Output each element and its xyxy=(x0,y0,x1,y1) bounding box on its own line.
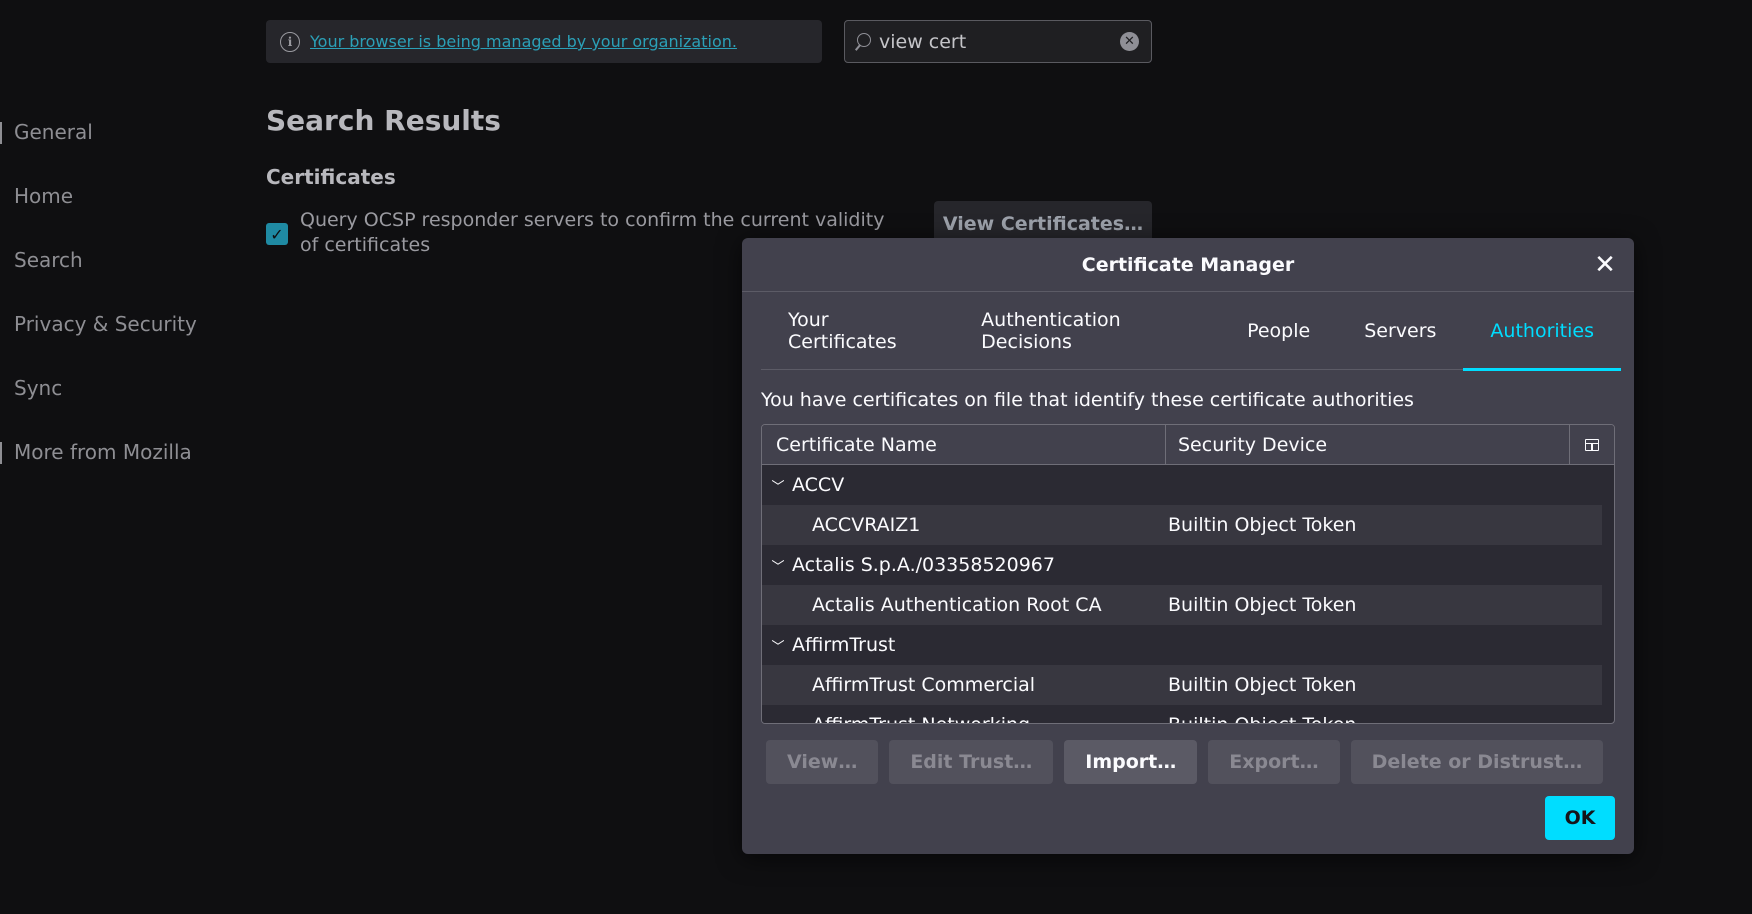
cert-name: AffirmTrust Commercial xyxy=(812,674,1036,696)
sidebar: General Home Search Privacy & Security S… xyxy=(0,100,230,484)
tree-group-row[interactable]: ﹀ Actalis S.p.A./03358520967 xyxy=(762,545,1602,585)
tree-header: Certificate Name Security Device xyxy=(762,425,1614,465)
close-icon[interactable]: ✕ xyxy=(1590,250,1620,280)
cert-device: Builtin Object Token xyxy=(1168,594,1357,616)
action-buttons: View… Edit Trust… Import… Export… Delete… xyxy=(766,740,1604,784)
sidebar-item-label: Search xyxy=(14,248,83,272)
sidebar-item-more-from-mozilla[interactable]: More from Mozilla xyxy=(0,420,230,484)
sidebar-item-label: Home xyxy=(14,184,74,208)
group-name: AffirmTrust xyxy=(792,634,896,656)
tree-body: ﹀ ACCV ACCVRAIZ1 Builtin Object Token ﹀ … xyxy=(762,465,1602,723)
sidebar-item-sync[interactable]: Sync xyxy=(0,356,230,420)
sidebar-item-label: General xyxy=(14,120,93,144)
chevron-down-icon[interactable]: ﹀ xyxy=(762,556,792,575)
page-title: Search Results xyxy=(266,104,501,137)
certificate-tree[interactable]: Certificate Name Security Device ﹀ ACCV … xyxy=(761,424,1615,724)
tree-cert-row[interactable]: Actalis Authentication Root CA Builtin O… xyxy=(762,585,1602,625)
tab-authentication-decisions[interactable]: Authentication Decisions xyxy=(954,292,1220,370)
settings-search-input[interactable]: view cert ✕ xyxy=(844,20,1152,63)
managed-policy-link[interactable]: Your browser is being managed by your or… xyxy=(310,32,737,51)
group-name: Actalis S.p.A./03358520967 xyxy=(792,554,1055,576)
ok-button[interactable]: OK xyxy=(1545,796,1615,840)
cert-device: Builtin Object Token xyxy=(1168,514,1357,536)
sidebar-item-search[interactable]: Search xyxy=(0,228,230,292)
search-value[interactable]: view cert xyxy=(879,31,1112,53)
search-icon xyxy=(857,33,871,47)
cert-name: Actalis Authentication Root CA xyxy=(812,594,1102,616)
sidebar-item-label: Privacy & Security xyxy=(14,312,197,336)
column-header-certificate-name[interactable]: Certificate Name xyxy=(762,425,1166,465)
dialog-title: Certificate Manager xyxy=(1081,253,1295,276)
sidebar-item-privacy[interactable]: Privacy & Security xyxy=(0,292,230,356)
sidebar-item-home[interactable]: Home xyxy=(0,164,230,228)
import-button[interactable]: Import… xyxy=(1064,740,1198,784)
column-header-security-device[interactable]: Security Device xyxy=(1166,425,1570,465)
tab-authorities[interactable]: Authorities xyxy=(1463,292,1621,371)
ocsp-checkbox[interactable]: ✓ xyxy=(266,223,288,245)
tree-cert-row[interactable]: ACCVRAIZ1 Builtin Object Token xyxy=(762,505,1602,545)
managed-notice-bar: i Your browser is being managed by your … xyxy=(266,20,822,63)
cert-device: Builtin Object Token xyxy=(1168,714,1356,723)
tab-servers[interactable]: Servers xyxy=(1337,292,1463,370)
group-name: ACCV xyxy=(792,474,845,496)
tree-cert-row[interactable]: AffirmTrust Commercial Builtin Object To… xyxy=(762,665,1602,705)
dialog-header: Certificate Manager ✕ xyxy=(742,238,1634,292)
chevron-down-icon[interactable]: ﹀ xyxy=(762,636,792,655)
view-button[interactable]: View… xyxy=(766,740,879,784)
tab-your-certificates[interactable]: Your Certificates xyxy=(761,292,954,370)
tree-cert-row[interactable]: AffirmTrust Networking Builtin Object To… xyxy=(762,705,1602,723)
certificate-manager-dialog: Certificate Manager ✕ Your Certificates … xyxy=(742,238,1634,854)
certificates-heading: Certificates xyxy=(266,165,396,189)
tree-group-row[interactable]: ﹀ ACCV xyxy=(762,465,1602,505)
sidebar-item-label: More from Mozilla xyxy=(14,440,192,464)
tab-bar: Your Certificates Authentication Decisio… xyxy=(761,292,1621,371)
sidebar-item-general[interactable]: General xyxy=(0,100,230,164)
authorities-description: You have certificates on file that ident… xyxy=(761,389,1414,411)
cert-name: ACCVRAIZ1 xyxy=(812,514,921,536)
chevron-down-icon[interactable]: ﹀ xyxy=(762,476,792,495)
cert-name: AffirmTrust Networking xyxy=(762,714,1168,723)
edit-trust-button[interactable]: Edit Trust… xyxy=(889,740,1054,784)
info-icon: i xyxy=(280,31,300,52)
column-picker-icon xyxy=(1585,438,1599,451)
tab-people[interactable]: People xyxy=(1220,292,1337,370)
clear-search-icon[interactable]: ✕ xyxy=(1120,32,1139,51)
tree-group-row[interactable]: ﹀ AffirmTrust xyxy=(762,625,1602,665)
sidebar-item-label: Sync xyxy=(14,376,63,400)
export-button[interactable]: Export… xyxy=(1208,740,1340,784)
cert-device: Builtin Object Token xyxy=(1168,674,1357,696)
delete-or-distrust-button[interactable]: Delete or Distrust… xyxy=(1350,740,1604,784)
column-picker-button[interactable] xyxy=(1570,438,1614,451)
